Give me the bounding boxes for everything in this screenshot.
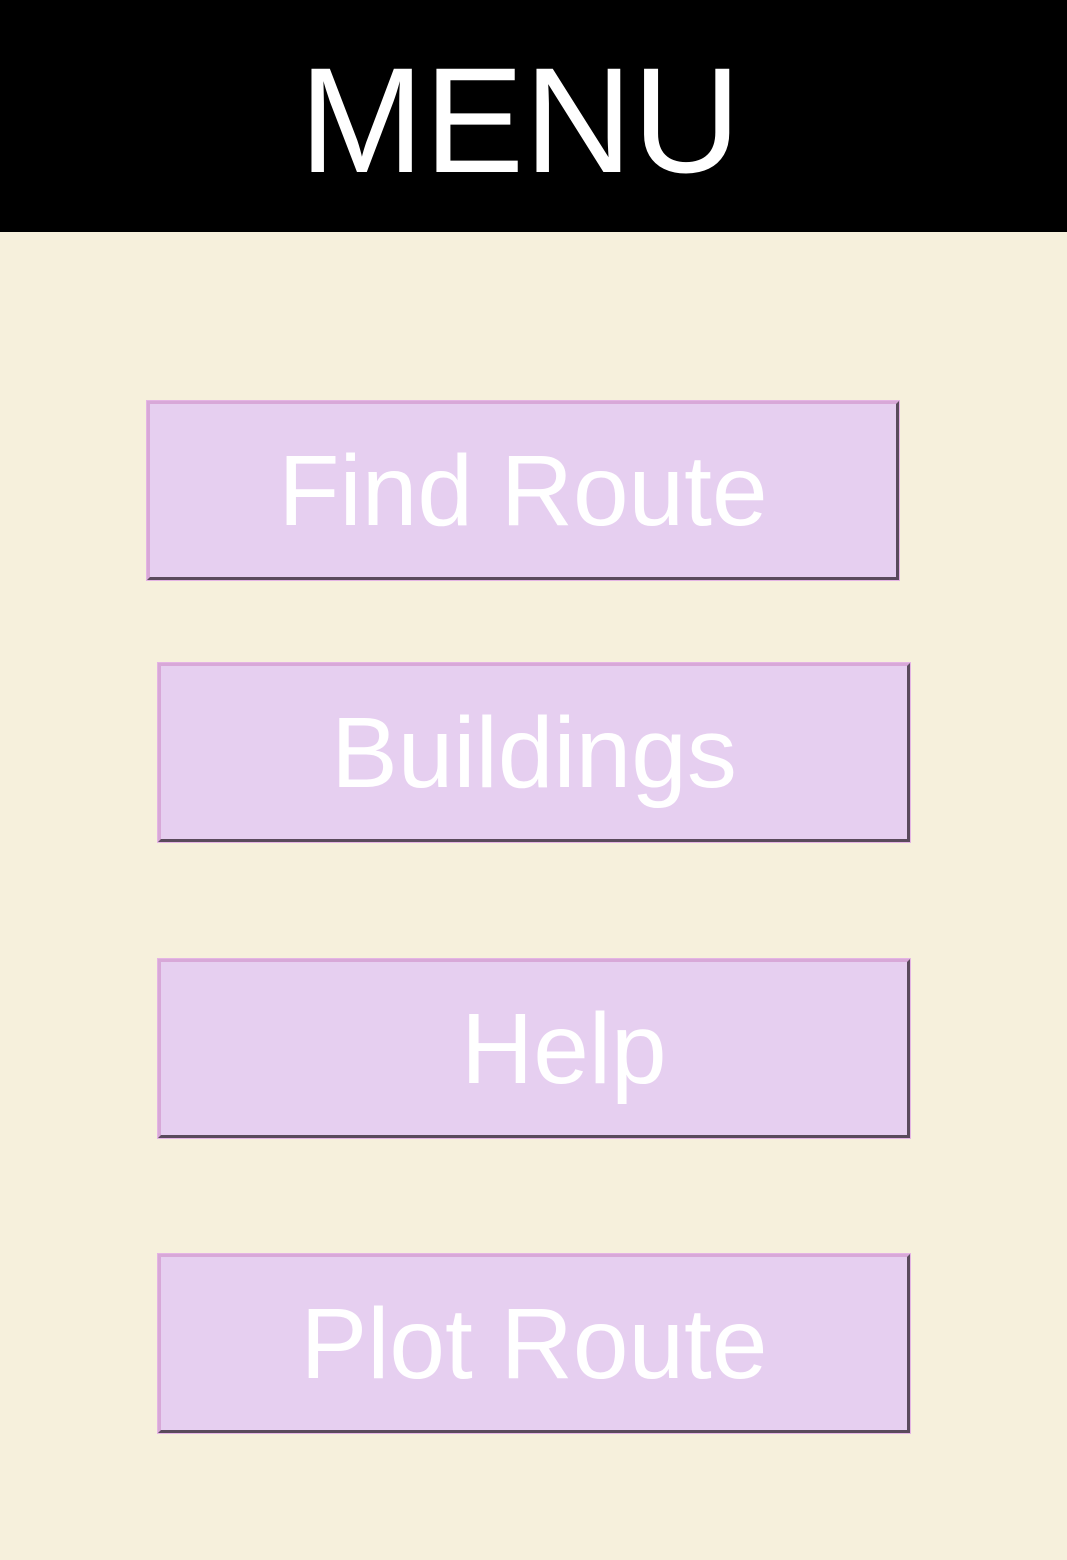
plot-route-label: Plot Route — [300, 1287, 768, 1400]
find-route-label: Find Route — [278, 434, 768, 547]
help-label: Help — [461, 992, 667, 1105]
header-bar: MENU — [0, 0, 1067, 232]
page-title: MENU — [299, 36, 741, 204]
find-route-button[interactable]: Find Route — [146, 400, 900, 581]
buildings-button[interactable]: Buildings — [157, 662, 911, 843]
help-button[interactable]: Help — [157, 958, 911, 1139]
plot-route-button[interactable]: Plot Route — [157, 1253, 911, 1434]
buildings-label: Buildings — [331, 696, 737, 809]
